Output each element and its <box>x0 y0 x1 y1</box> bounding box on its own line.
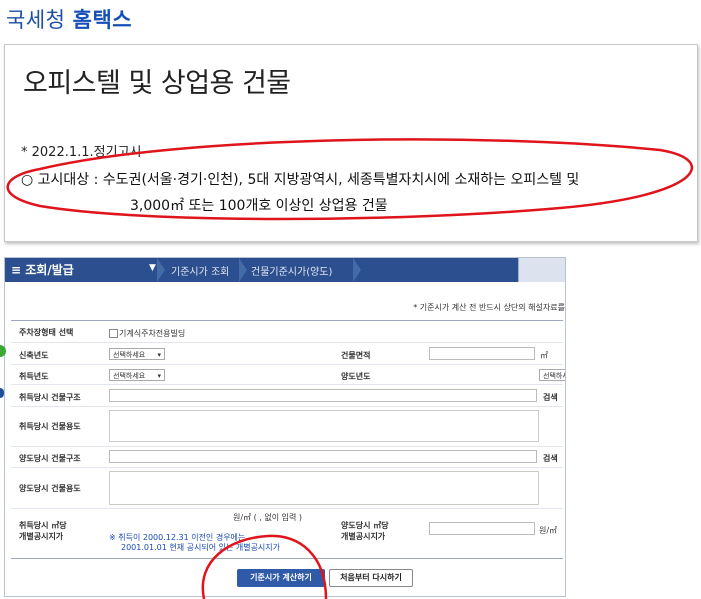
acquisition-price-hint: 원/㎡ ( , 없이 입력 ) <box>233 513 302 522</box>
calculator-panel: ≡ 조회/발급 ▼ 기준시가 조회 건물기준시가(양도) * 기준시가 계산 전… <box>4 257 566 597</box>
transfer-price-label: 양도당시 ㎡당 개별공시지가 <box>341 520 389 542</box>
chevron-down-icon: ▾ <box>157 372 161 380</box>
row-divider <box>11 508 563 509</box>
acquisition-structure-label: 취득당시 건물구조 <box>19 393 81 402</box>
transfer-year-select-value: 선택하세요 <box>543 372 565 380</box>
transfer-price-label-line1: 양도당시 ㎡당 <box>341 521 389 530</box>
new-year-select-value: 선택하세요 <box>113 351 146 359</box>
transfer-year-label: 양도년도 <box>341 372 371 381</box>
reset-button[interactable]: 처음부터 다시하기 <box>329 569 413 587</box>
breadcrumb-separator-icon <box>157 258 165 282</box>
new-year-label: 신축년도 <box>19 351 49 360</box>
area-unit: ㎡ <box>540 351 548 360</box>
transfer-price-input[interactable] <box>429 522 535 535</box>
row-divider <box>11 384 563 385</box>
notice-date-line: * 2022.1.1.정기고시 <box>21 145 142 160</box>
breadcrumb-separator-icon <box>353 258 361 282</box>
notice-box: 오피스텔 및 상업용 건물 * 2022.1.1.정기고시 ○ 고시대상 : 수… <box>4 44 698 242</box>
topbar-right-area <box>518 258 565 282</box>
transfer-price-unit: 원/㎡ <box>539 526 558 535</box>
form-top-divider <box>11 320 563 321</box>
row-divider <box>11 467 563 468</box>
parking-type-label: 주차장형태 선택 <box>19 328 74 337</box>
row-divider <box>11 364 563 365</box>
transfer-use-textarea[interactable] <box>109 471 539 505</box>
notice-title: 오피스텔 및 상업용 건물 <box>23 68 291 99</box>
acquisition-price-label-line1: 취득당시 ㎡당 <box>19 521 67 530</box>
transfer-structure-input[interactable] <box>109 450 537 463</box>
new-year-select[interactable]: 선택하세요 ▾ <box>109 348 165 360</box>
row-divider <box>11 446 563 447</box>
transfer-price-label-line2: 개별공시지가 <box>341 532 386 541</box>
transfer-structure-label: 양도당시 건물구조 <box>19 454 81 463</box>
menu-button[interactable]: ≡ 조회/발급 <box>11 261 74 278</box>
hometax-brand: 국세청 홈택스 <box>6 4 132 34</box>
guide-hint-text: * 기준시가 계산 전 반드시 상단의 해설자료를 <box>413 303 565 312</box>
parking-checkbox[interactable] <box>109 329 118 338</box>
transfer-structure-search-button[interactable]: 검색 <box>543 453 558 464</box>
acquisition-structure-search-button[interactable]: 검색 <box>543 392 558 403</box>
top-navigation-bar: ≡ 조회/발급 ▼ 기준시가 조회 건물기준시가(양도) <box>5 258 565 282</box>
breadcrumb-item-standard-price[interactable]: 기준시가 조회 <box>171 263 229 278</box>
calculate-button[interactable]: 기준시가 계산하기 <box>237 569 325 587</box>
chevron-down-icon[interactable]: ▼ <box>149 263 156 273</box>
acquisition-year-select-value: 선택하세요 <box>113 372 146 380</box>
parking-option-label: 기계식주차전용빌딩 <box>119 329 186 338</box>
notice-target-line1: ○ 고시대상 : 수도권(서울·경기·인천), 5대 지방광역시, 세종특별자치… <box>21 172 580 188</box>
transfer-use-label: 양도당시 건물용도 <box>19 484 81 493</box>
brand-prefix: 국세청 <box>6 8 66 32</box>
acquisition-year-label: 취득년도 <box>19 372 49 381</box>
brand-name: 홈택스 <box>72 8 133 32</box>
building-area-label: 건물면적 <box>341 351 371 360</box>
building-area-input[interactable] <box>429 347 535 360</box>
transfer-year-select[interactable]: 선택하세요 ▾ <box>539 369 565 381</box>
acquisition-year-select[interactable]: 선택하세요 ▾ <box>109 369 165 381</box>
notice-target-line2: 3,000㎡ 또는 100개호 이상인 상업용 건물 <box>130 198 388 214</box>
acquisition-structure-input[interactable] <box>109 389 537 402</box>
acquisition-price-note-line2: 2001.01.01 현재 공시되어 있는 개별공시지가 <box>121 543 281 552</box>
acquisition-use-label: 취득당시 건물용도 <box>19 422 81 431</box>
row-divider <box>11 342 563 343</box>
form-bottom-divider <box>11 558 563 559</box>
breadcrumb-separator-icon <box>239 258 247 282</box>
row-divider <box>11 406 563 407</box>
acquisition-use-textarea[interactable] <box>109 410 539 442</box>
acquisition-price-label-line2: 개별공시지가 <box>19 532 64 541</box>
chevron-down-icon: ▾ <box>157 351 161 359</box>
acquisition-price-label: 취득당시 ㎡당 개별공시지가 <box>19 520 67 542</box>
breadcrumb-item-building-transfer[interactable]: 건물기준시가(양도) <box>251 263 332 278</box>
